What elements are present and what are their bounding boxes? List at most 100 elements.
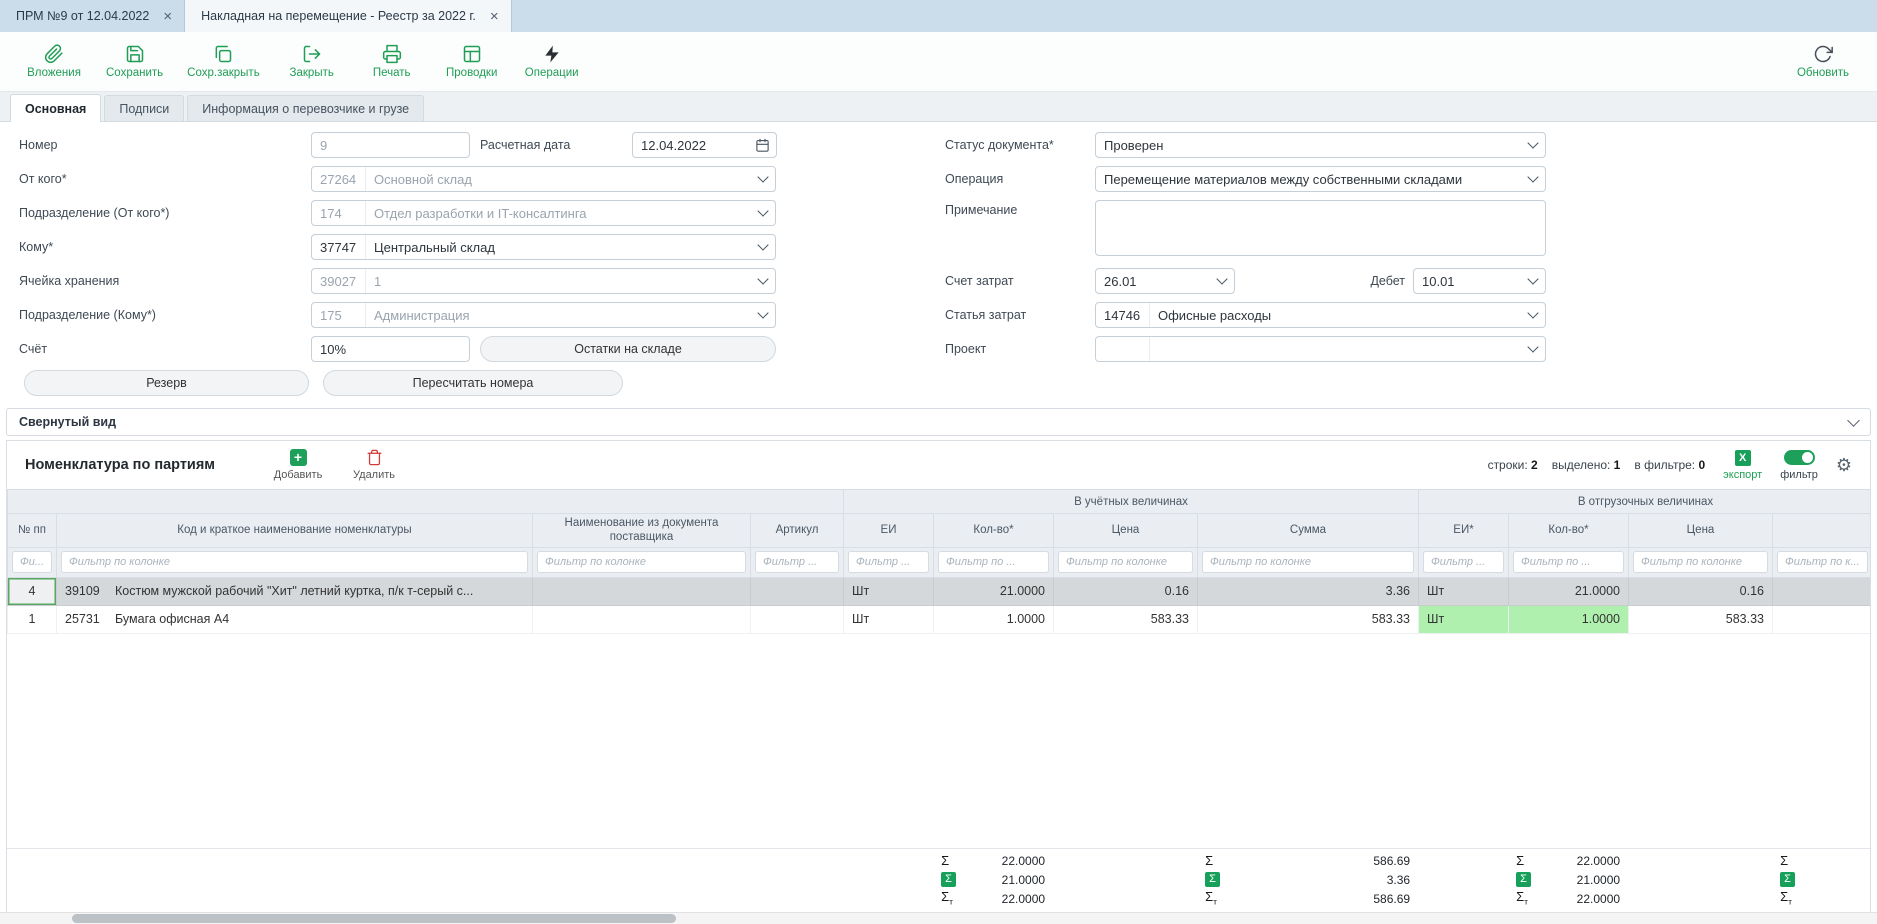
col-rownum[interactable]: № пп [8, 514, 57, 548]
filter-input[interactable] [848, 551, 929, 573]
cell-ship-ei[interactable]: Шт [1419, 577, 1509, 605]
chevron-down-icon[interactable] [1210, 269, 1234, 293]
operation-combobox[interactable]: Перемещение материалов между собственным… [1095, 166, 1546, 192]
cell-qty[interactable]: 21.0000 [934, 577, 1054, 605]
col-ship-ei[interactable]: ЕИ* [1419, 514, 1509, 548]
chevron-down-icon[interactable] [751, 303, 775, 327]
cell-sum[interactable]: 583.33 [1198, 605, 1419, 633]
col-ship-qty[interactable]: Кол-во* [1509, 514, 1629, 548]
col-price[interactable]: Цена [1054, 514, 1198, 548]
cell-ship-qty[interactable]: 1.0000 [1509, 605, 1629, 633]
cell-rownum[interactable]: 4 [8, 577, 57, 605]
chevron-down-icon[interactable] [1521, 303, 1545, 327]
col-sum[interactable]: Сумма [1198, 514, 1419, 548]
cell-price[interactable]: 0.16 [1054, 577, 1198, 605]
col-article[interactable]: Артикул [751, 514, 844, 548]
collapsed-view-bar[interactable]: Свернутый вид [6, 408, 1871, 436]
cell-ship-ei[interactable]: Шт [1419, 605, 1509, 633]
to-dept-combobox[interactable]: 175 Администрация [311, 302, 776, 328]
col-ship-price[interactable]: Цена [1629, 514, 1773, 548]
col-supplier-name[interactable]: Наименование из документа поставщика [533, 514, 751, 548]
cell-article[interactable] [751, 605, 844, 633]
chevron-down-icon[interactable] [751, 201, 775, 225]
table-row[interactable]: 1 25731Бумага офисная А4 Шт 1.0000 583.3… [8, 605, 1871, 633]
col-cut[interactable] [1773, 514, 1871, 548]
number-field[interactable] [311, 132, 470, 158]
cell-ei[interactable]: Шт [844, 577, 934, 605]
postings-button[interactable]: Проводки [444, 44, 500, 79]
chevron-down-icon[interactable] [751, 235, 775, 259]
window-tab-registry[interactable]: Накладная на перемещение - Реестр за 202… [185, 0, 512, 32]
project-combobox[interactable] [1095, 336, 1546, 362]
col-ei[interactable]: ЕИ [844, 514, 934, 548]
cell-sum[interactable]: 3.36 [1198, 577, 1419, 605]
col-code-name[interactable]: Код и краткое наименование номенклатуры [57, 514, 533, 548]
filter-input[interactable] [755, 551, 839, 573]
chevron-down-icon[interactable] [751, 167, 775, 191]
number-input[interactable] [312, 138, 469, 153]
account-input[interactable] [312, 342, 469, 357]
close-button[interactable]: Закрыть [284, 44, 340, 79]
from-dept-combobox[interactable]: 174 Отдел разработки и IT-консалтинга [311, 200, 776, 226]
calendar-icon[interactable] [753, 138, 776, 153]
export-button[interactable]: X экспорт [1723, 450, 1762, 481]
close-icon[interactable]: × [163, 9, 172, 24]
cost-item-combobox[interactable]: 14746 Офисные расходы [1095, 302, 1546, 328]
renumber-button[interactable]: Пересчитать номера [323, 370, 623, 396]
cell-code-name[interactable]: 25731Бумага офисная А4 [57, 605, 533, 633]
cell-ship-qty[interactable]: 21.0000 [1509, 577, 1629, 605]
chevron-down-icon[interactable] [751, 269, 775, 293]
horizontal-scrollbar[interactable] [0, 912, 1877, 924]
calc-date-input[interactable] [633, 138, 753, 153]
cell-ship-price[interactable]: 0.16 [1629, 577, 1773, 605]
status-combobox[interactable]: Проверен [1095, 132, 1546, 158]
operations-button[interactable]: Операции [524, 44, 580, 79]
cell-price[interactable]: 583.33 [1054, 605, 1198, 633]
chevron-down-icon[interactable] [1521, 133, 1545, 157]
filter-input[interactable] [61, 551, 528, 573]
filter-input[interactable] [938, 551, 1049, 573]
cell-qty[interactable]: 1.0000 [934, 605, 1054, 633]
scrollbar-thumb[interactable] [72, 914, 676, 923]
cell-supplier-name[interactable] [533, 605, 751, 633]
tab-carrier-info[interactable]: Информация о перевозчике и грузе [187, 95, 424, 121]
cell-ei[interactable]: Шт [844, 605, 934, 633]
filter-input[interactable] [1633, 551, 1768, 573]
save-button[interactable]: Сохранить [106, 44, 163, 79]
cell-ship-price[interactable]: 583.33 [1629, 605, 1773, 633]
filter-toggle[interactable]: фильтр [1780, 450, 1818, 481]
from-combobox[interactable]: 27264 Основной склад [311, 166, 776, 192]
cell-article[interactable] [751, 577, 844, 605]
storage-cell-combobox[interactable]: 39027 1 [311, 268, 776, 294]
filter-input[interactable] [1058, 551, 1193, 573]
toggle-on-icon[interactable] [1784, 450, 1815, 465]
account-field[interactable] [311, 336, 470, 362]
cell-code-name[interactable]: 39109Костюм мужской рабочий "Хит" летний… [57, 577, 533, 605]
debit-combobox[interactable]: 10.01 [1413, 268, 1546, 294]
cell-cut[interactable] [1773, 605, 1871, 633]
window-tab-prm[interactable]: ПРМ №9 от 12.04.2022 × [0, 0, 185, 32]
stock-remainders-button[interactable]: Остатки на складе [480, 336, 776, 362]
save-close-button[interactable]: Сохр.закрыть [187, 44, 260, 79]
cell-rownum[interactable]: 1 [8, 605, 57, 633]
col-qty[interactable]: Кол-во* [934, 514, 1054, 548]
tab-signatures[interactable]: Подписи [104, 95, 184, 121]
filter-input[interactable] [537, 551, 746, 573]
filter-input[interactable] [1777, 551, 1868, 573]
cell-supplier-name[interactable] [533, 577, 751, 605]
note-textarea[interactable] [1095, 200, 1546, 256]
filter-input[interactable] [1513, 551, 1624, 573]
table-row[interactable]: 4 39109Костюм мужской рабочий "Хит" летн… [8, 577, 1871, 605]
tab-main[interactable]: Основная [10, 94, 101, 122]
delete-row-button[interactable]: Удалить [341, 449, 407, 481]
chevron-down-icon[interactable] [1521, 269, 1545, 293]
add-row-button[interactable]: + Добавить [265, 449, 331, 481]
chevron-down-icon[interactable] [1521, 337, 1545, 361]
attachments-button[interactable]: Вложения [26, 44, 82, 79]
reserve-button[interactable]: Резерв [24, 370, 309, 396]
filter-input[interactable] [12, 551, 52, 573]
to-combobox[interactable]: 37747 Центральный склад [311, 234, 776, 260]
cell-cut[interactable] [1773, 577, 1871, 605]
filter-input[interactable] [1423, 551, 1504, 573]
print-button[interactable]: Печать [364, 44, 420, 79]
